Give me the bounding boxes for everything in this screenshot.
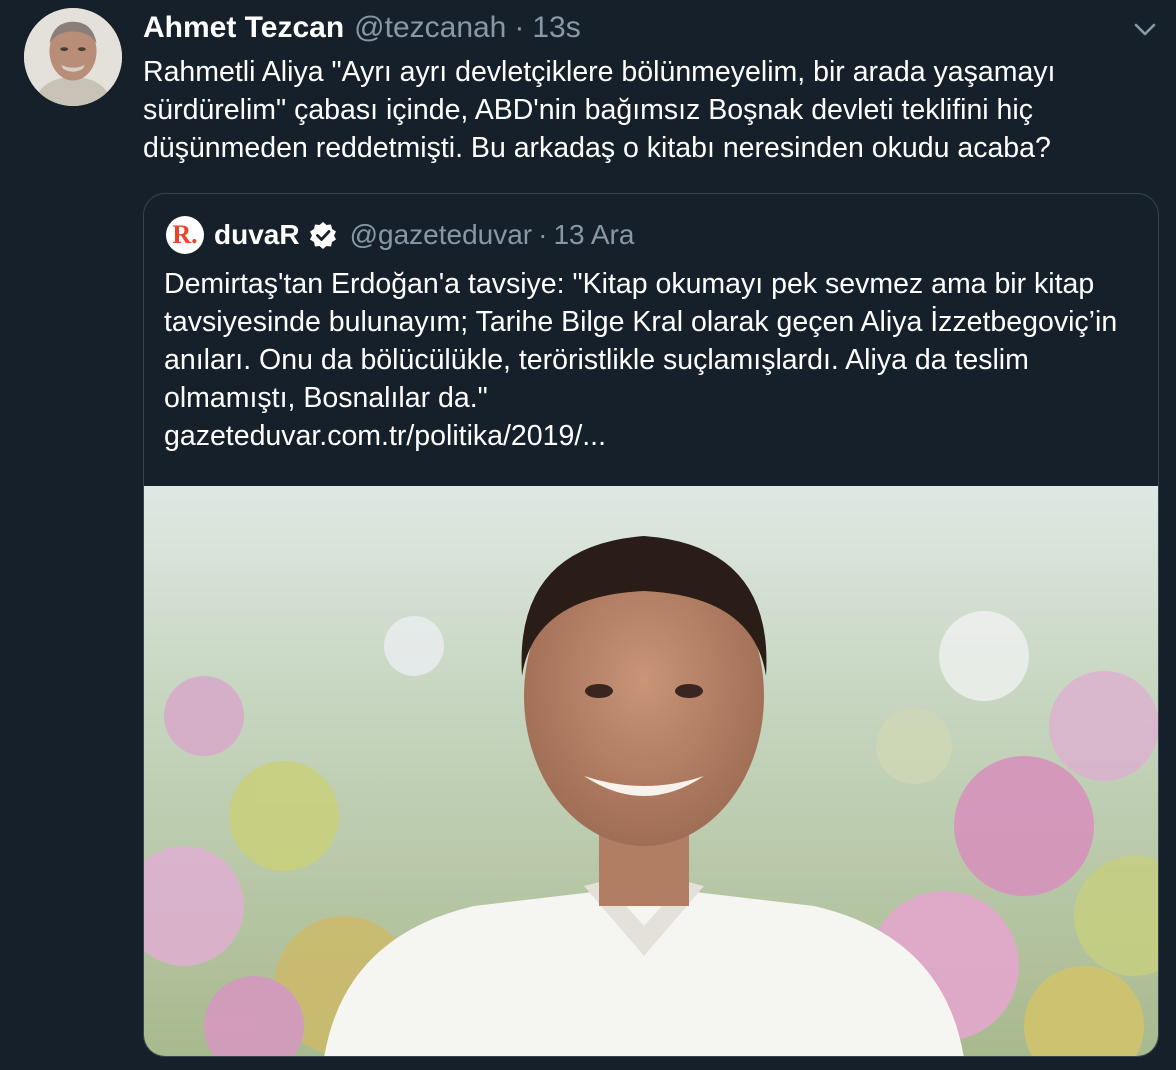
quoted-tweet-body: Demirtaş'tan Erdoğan'a tavsiye: "Kitap o…: [164, 265, 1144, 455]
chevron-down-icon: [1134, 23, 1156, 36]
quoted-tweet-timestamp[interactable]: 13 Ara: [553, 219, 634, 251]
author-handle[interactable]: @tezcanah: [354, 11, 506, 45]
avatar-photo: [24, 8, 122, 106]
author-avatar[interactable]: [24, 8, 122, 106]
tweet-timestamp[interactable]: 13s: [532, 11, 580, 45]
tweet[interactable]: Ahmet Tezcan @tezcanah · 13s Rahmetli Al…: [0, 0, 1176, 1070]
tweet-menu-button[interactable]: [1130, 14, 1160, 44]
man-in-flower-field-photo: [144, 486, 1158, 1056]
quoted-tweet-image[interactable]: [144, 486, 1158, 1056]
tweet-text: Rahmetli Aliya "Ayrı ayrı devletçiklere …: [143, 56, 1056, 164]
author-name[interactable]: Ahmet Tezcan: [143, 11, 344, 45]
quoted-author-name[interactable]: duvaR: [214, 219, 300, 251]
quoted-header-separator: ·: [538, 219, 548, 250]
header-separator: ·: [514, 11, 525, 44]
tweet-header: Ahmet Tezcan @tezcanah · 13s: [143, 8, 581, 48]
quoted-tweet-header: R. duvaR @gazeteduvar · 13 Ara: [166, 214, 634, 256]
quoted-author-handle[interactable]: @gazeteduvar: [350, 219, 533, 251]
duvar-logo: R.: [172, 220, 198, 249]
verified-badge-icon: [309, 222, 336, 249]
quoted-tweet-link[interactable]: gazeteduvar.com.tr/politika/2019/...: [164, 417, 1144, 455]
quoted-tweet[interactable]: R. duvaR @gazeteduvar · 13 Ara Demirtaş'…: [143, 193, 1159, 1057]
quoted-tweet-text: Demirtaş'tan Erdoğan'a tavsiye: "Kitap o…: [164, 268, 1118, 414]
quoted-author-avatar[interactable]: R.: [166, 216, 204, 254]
